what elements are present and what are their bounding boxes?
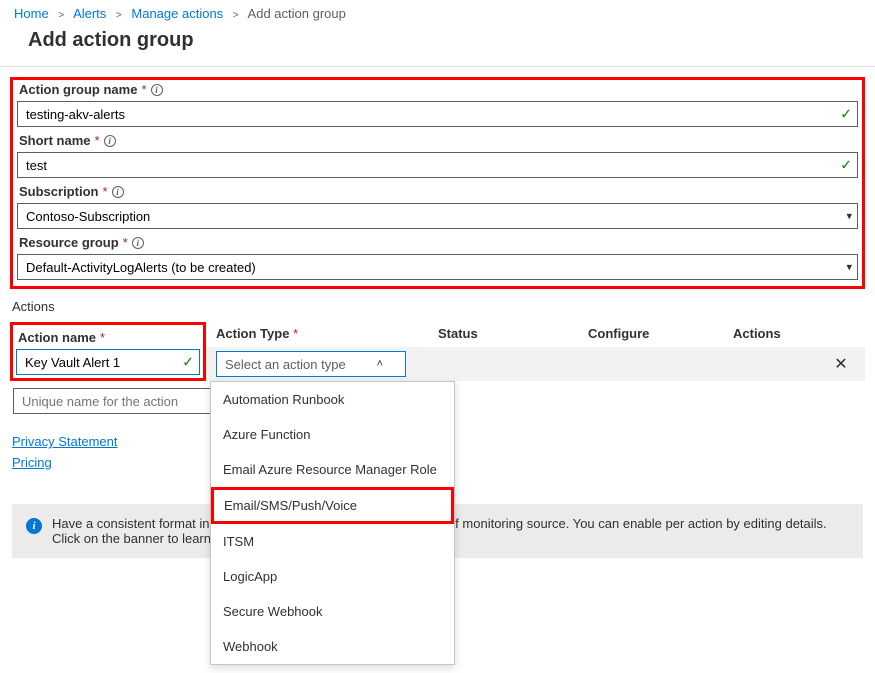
col-action-type: Action Type * [216,326,438,341]
highlight-top-form: Action group name* i ✓ Short name* i ✓ S… [10,77,865,289]
chevron-right-icon: > [116,10,122,21]
col-action-name: Action name [18,330,96,345]
page-title: Add action group [0,23,875,66]
dropdown-item-automation-runbook[interactable]: Automation Runbook [211,382,454,417]
dropdown-item-itsm[interactable]: ITSM [211,524,454,559]
col-status: Status [438,326,588,341]
info-icon[interactable]: i [112,186,124,198]
highlight-action-name: Action name* ✓ [10,322,206,381]
dropdown-item-azure-function[interactable]: Azure Function [211,417,454,452]
resource-group-select[interactable]: Default-ActivityLogAlerts (to be created… [17,254,858,280]
info-icon[interactable]: i [104,135,116,147]
short-name-label: Short name* i [17,133,858,148]
action-group-name-label: Action group name* i [17,82,858,97]
action-type-select[interactable]: Select an action type ˄ [216,351,406,377]
action-row: Select an action type ˄ Automation Runbo… [206,347,865,381]
breadcrumb: Home > Alerts > Manage actions > Add act… [0,0,875,23]
actions-table: Action name* ✓ Action Type * Status Conf… [10,318,865,418]
breadcrumb-manage-actions[interactable]: Manage actions [131,6,223,21]
dropdown-item-webhook[interactable]: Webhook [211,629,454,664]
info-icon[interactable]: i [132,237,144,249]
subscription-select[interactable]: Contoso-Subscription [17,203,858,229]
action-type-dropdown: Automation Runbook Azure Function Email … [210,381,455,665]
actions-heading: Actions [10,293,865,318]
resource-group-label: Resource group* i [17,235,858,250]
delete-action-icon[interactable]: ✕ [821,354,861,374]
info-icon[interactable]: i [151,84,163,96]
info-icon: i [26,518,42,534]
short-name-input[interactable] [17,152,858,178]
chevron-right-icon: > [233,10,239,21]
breadcrumb-current: Add action group [248,6,346,21]
breadcrumb-alerts[interactable]: Alerts [73,6,106,21]
action-name-input[interactable] [16,349,200,375]
dropdown-item-logicapp[interactable]: LogicApp [211,559,454,594]
action-name-input-empty[interactable] [13,388,237,414]
action-group-name-input[interactable] [17,101,858,127]
dropdown-item-email-sms-push-voice[interactable]: Email/SMS/Push/Voice [211,487,454,524]
dropdown-item-secure-webhook[interactable]: Secure Webhook [211,594,454,629]
col-actions: Actions [733,326,861,341]
col-configure: Configure [588,326,733,341]
breadcrumb-home[interactable]: Home [14,6,49,21]
subscription-label: Subscription* i [17,184,858,199]
chevron-up-icon: ˄ [377,358,383,370]
dropdown-item-email-arm-role[interactable]: Email Azure Resource Manager Role [211,452,454,487]
chevron-right-icon: > [58,10,64,21]
